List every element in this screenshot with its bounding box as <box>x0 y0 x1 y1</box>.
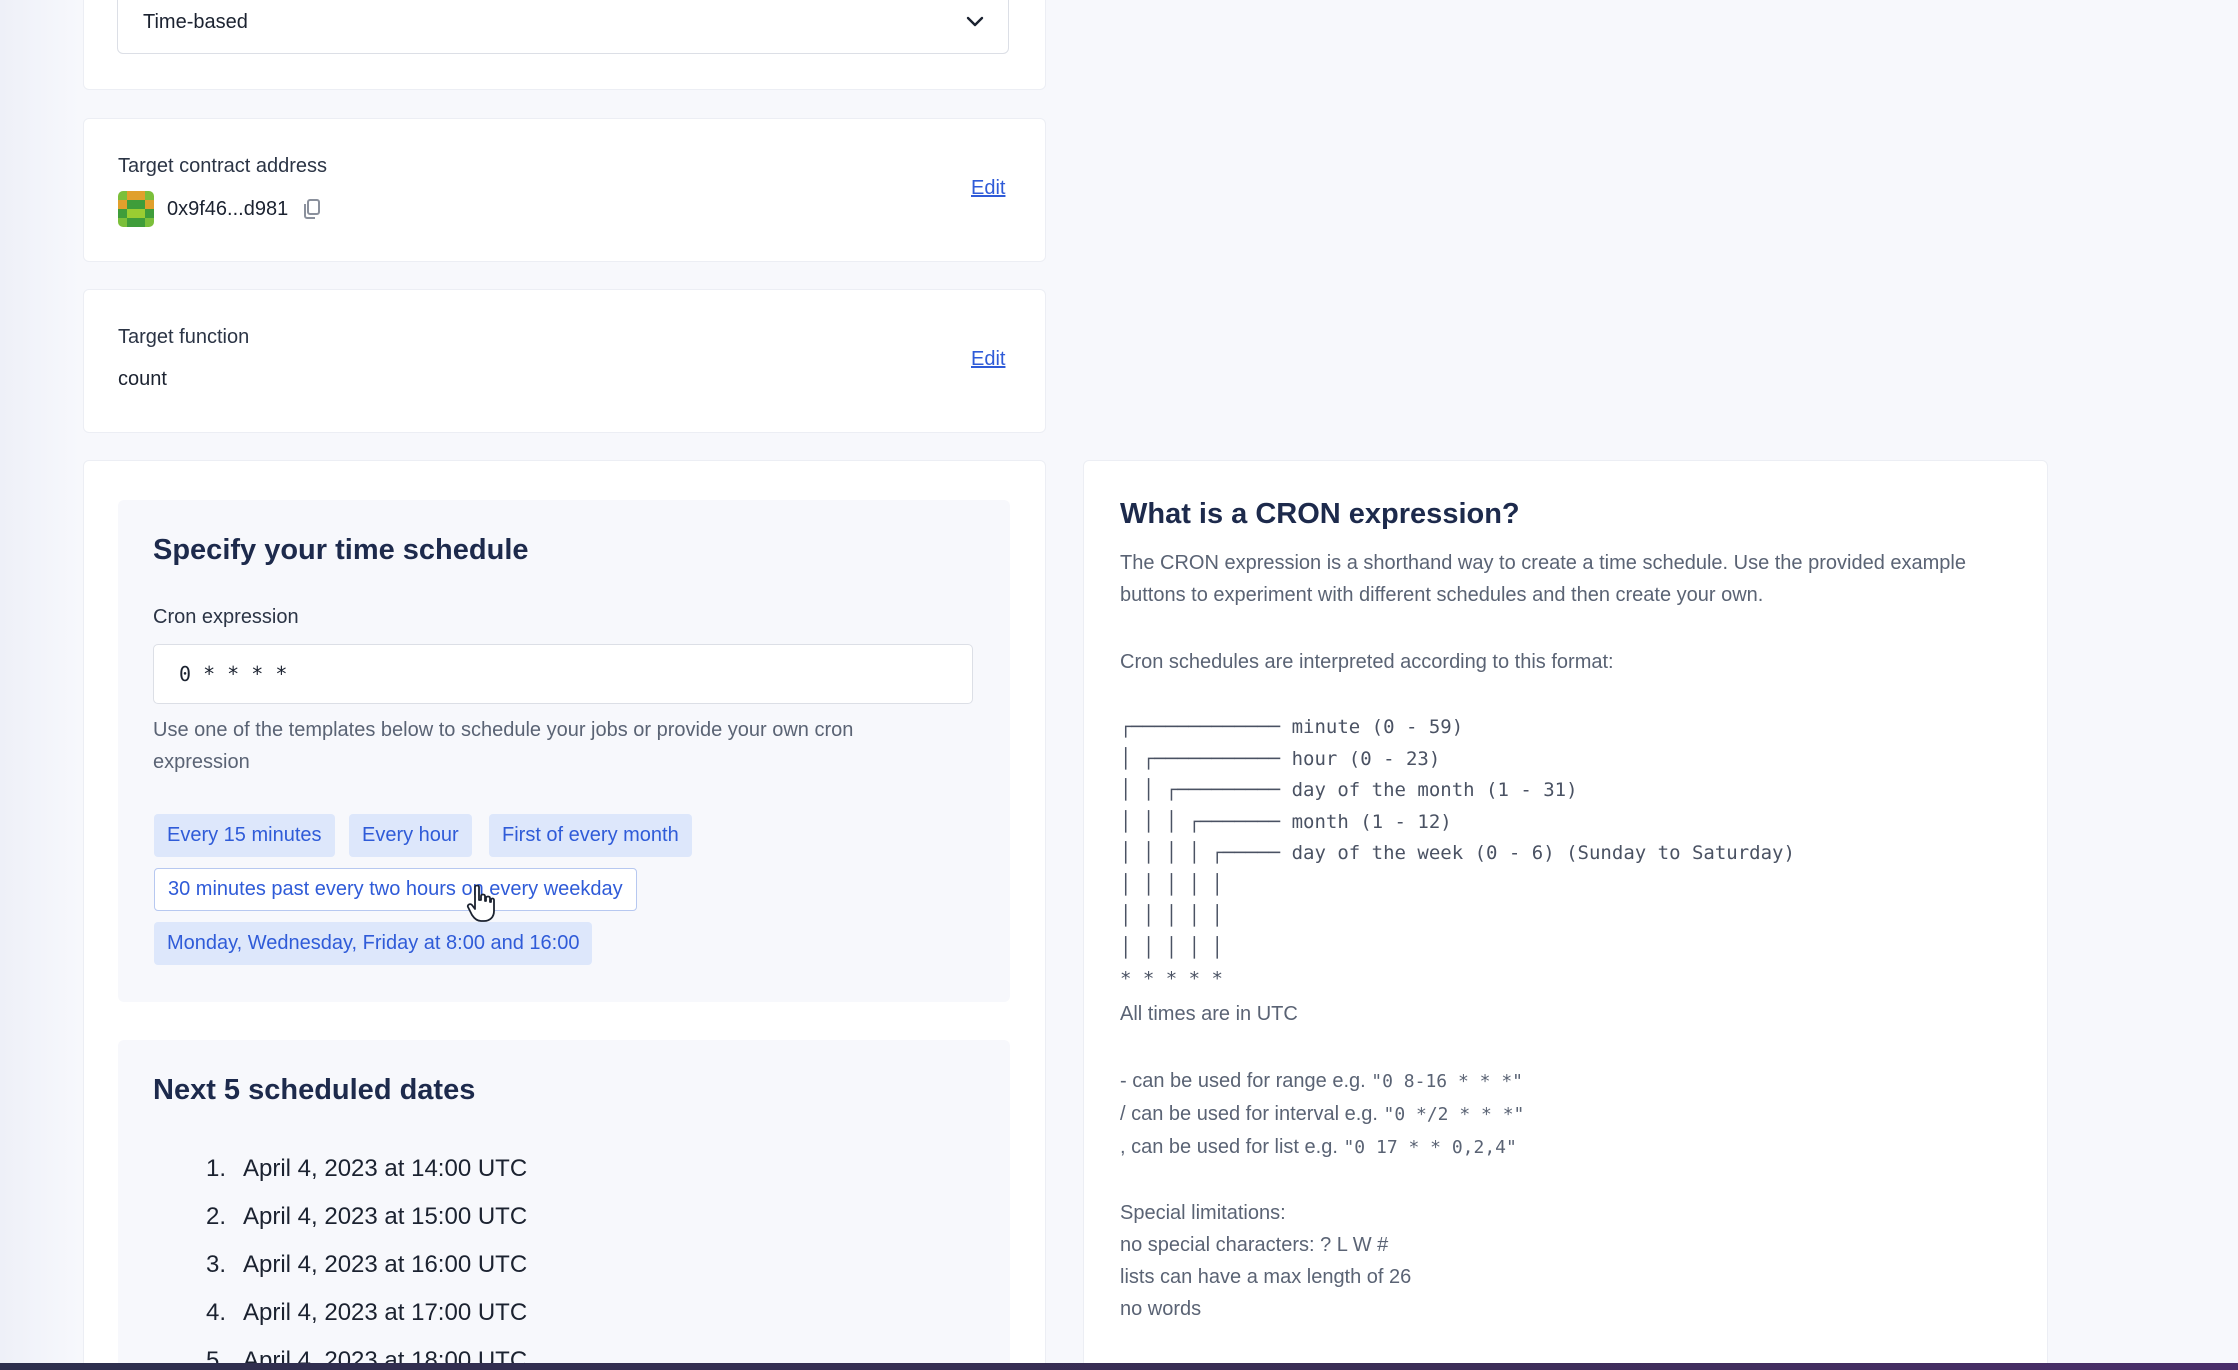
date-number: 1. <box>205 1155 226 1182</box>
special-limitations: Special limitations: no special characte… <box>1120 1197 1411 1325</box>
schedule-title: Specify your time schedule <box>153 534 529 566</box>
interval-operator-text: / can be used for interval e.g. <box>1120 1103 1384 1125</box>
contract-avatar <box>118 191 154 227</box>
date-number: 3. <box>205 1251 226 1278</box>
trigger-type-select[interactable]: Time-based <box>117 0 1009 54</box>
date-number: 4. <box>205 1299 226 1326</box>
list-item: 2. April 4, 2023 at 15:00 UTC <box>183 1193 527 1241</box>
list-item: 1. April 4, 2023 at 14:00 UTC <box>183 1145 527 1193</box>
date-text: April 4, 2023 at 16:00 UTC <box>243 1251 528 1278</box>
chevron-down-icon <box>966 16 984 27</box>
template-first-of-every-month[interactable]: First of every month <box>489 814 692 857</box>
cron-helper-line1: Use one of the templates below to schedu… <box>153 719 854 741</box>
trigger-type-value: Time-based <box>143 10 248 33</box>
target-contract-label: Target contract address <box>118 155 327 177</box>
contract-address-row: 0x9f46...d981 <box>118 191 322 227</box>
hand-cursor-icon <box>466 884 495 922</box>
list-item: 4. April 4, 2023 at 17:00 UTC <box>183 1289 527 1337</box>
cron-format-diagram: ┌───────────── minute (0 - 59) │ ┌──────… <box>1120 716 1795 990</box>
cron-help-intro-line1: The CRON expression is a shorthand way t… <box>1120 552 1966 574</box>
list-item: 3. April 4, 2023 at 16:00 UTC <box>183 1241 527 1289</box>
limitation-item: no special characters: ? L W # <box>1120 1234 1389 1256</box>
limitation-item: no words <box>1120 1298 1202 1320</box>
range-operator-text: - can be used for range e.g. <box>1120 1070 1372 1092</box>
date-text: April 4, 2023 at 17:00 UTC <box>243 1299 528 1326</box>
target-contract-card: Target contract address 0x9f46...d981 Ed… <box>83 118 1046 262</box>
list-operator-text: , can be used for list e.g. <box>1120 1136 1344 1158</box>
target-function-value: count <box>118 368 167 390</box>
cron-operators: - can be used for range e.g. "0 8-16 * *… <box>1120 1065 1524 1164</box>
cron-help-title: What is a CRON expression? <box>1120 498 1520 530</box>
template-mon-wed-fri[interactable]: Monday, Wednesday, Friday at 8:00 and 16… <box>154 922 593 965</box>
range-example: "0 8-16 * * *" <box>1371 1071 1523 1092</box>
list-example: "0 17 * * 0,2,4" <box>1343 1137 1517 1158</box>
template-every-hour[interactable]: Every hour <box>349 814 472 857</box>
template-30-min-past-every-two-hours[interactable]: 30 minutes past every two hours on every… <box>154 868 637 911</box>
cron-helper-line2: expression <box>153 751 250 773</box>
limitations-title: Special limitations: <box>1120 1202 1286 1224</box>
target-function-label: Target function <box>118 326 250 348</box>
interval-example: "0 */2 * * *" <box>1383 1104 1525 1125</box>
date-text: April 4, 2023 at 15:00 UTC <box>243 1203 528 1230</box>
interval-operator-line: / can be used for interval e.g. "0 */2 *… <box>1120 1098 1524 1131</box>
background-fade <box>0 0 80 1370</box>
limitation-item: lists can have a max length of 26 <box>1120 1266 1412 1288</box>
utc-note: All times are in UTC <box>1120 1003 1298 1025</box>
date-number: 2. <box>205 1203 226 1230</box>
list-operator-line: , can be used for list e.g. "0 17 * * 0,… <box>1120 1131 1524 1164</box>
cron-expression-label: Cron expression <box>153 606 299 628</box>
copy-icon[interactable] <box>302 198 322 220</box>
cron-helper-text: Use one of the templates below to schedu… <box>153 714 853 778</box>
date-text: April 4, 2023 at 14:00 UTC <box>243 1155 528 1182</box>
edit-function-link[interactable]: Edit <box>971 348 1005 371</box>
cron-expression-input[interactable]: 0 * * * * <box>153 644 973 704</box>
target-function-card: Target function count Edit <box>83 289 1046 433</box>
edit-contract-link[interactable]: Edit <box>971 177 1005 200</box>
next-dates-list: 1. April 4, 2023 at 14:00 UTC 2. April 4, … <box>183 1145 527 1370</box>
range-operator-line: - can be used for range e.g. "0 8-16 * *… <box>1120 1065 1524 1098</box>
contract-address: 0x9f46...d981 <box>167 197 289 220</box>
cron-format-intro: Cron schedules are interpreted according… <box>1120 651 1614 673</box>
cron-help-intro: The CRON expression is a shorthand way t… <box>1120 547 1966 611</box>
template-every-15-minutes[interactable]: Every 15 minutes <box>154 814 335 857</box>
bottom-edge-bar <box>0 1363 2238 1370</box>
cron-help-intro-line2: buttons to experiment with different sch… <box>1120 584 1764 606</box>
next-dates-title: Next 5 scheduled dates <box>153 1074 476 1106</box>
